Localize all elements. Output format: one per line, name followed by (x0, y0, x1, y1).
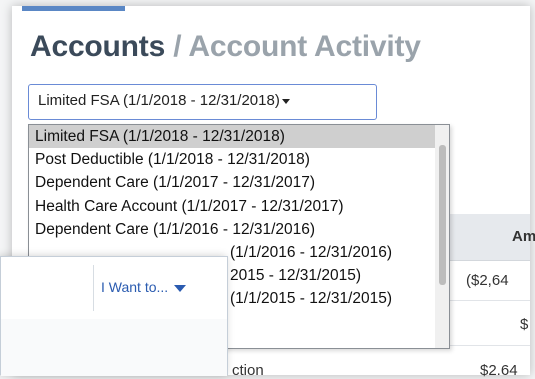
i-want-to-label: I Want to... (101, 279, 169, 295)
description-cell: ction (232, 362, 264, 379)
caret-down-icon (174, 284, 187, 292)
page-title: Accounts / Account Activity (30, 30, 421, 64)
row-divider (440, 300, 530, 301)
amount-cell: ($2,64 (466, 272, 509, 289)
active-tab-indicator (22, 6, 125, 11)
dropdown-option[interactable]: Limited FSA (1/1/2018 - 12/31/2018) (29, 125, 449, 149)
dropdown-option[interactable]: Post Deductible (1/1/2018 - 12/31/2018) (29, 148, 449, 171)
dropdown-option[interactable]: Dependent Care (1/1/2017 - 12/31/2017) (29, 171, 449, 194)
title-account-activity: Account Activity (188, 30, 421, 63)
dropdown-scrollbar[interactable] (435, 125, 449, 348)
caret-down-icon (281, 98, 290, 104)
side-panel-body (1, 319, 227, 376)
plan-select[interactable]: Limited FSA (1/1/2018 - 12/31/2018) (28, 84, 377, 120)
dropdown-option[interactable]: Dependent Care (1/1/2016 - 12/31/2016) (29, 218, 449, 241)
side-panel: I Want to... (0, 256, 228, 376)
dropdown-scrollbar-thumb[interactable] (439, 145, 446, 285)
amount-cell: $ (520, 316, 529, 333)
plan-select-value: Limited FSA (1/1/2018 - 12/31/2018) (38, 92, 280, 109)
title-accounts: Accounts (30, 30, 166, 63)
title-separator: / (165, 30, 189, 63)
amount-cell: $2.64 (480, 362, 518, 379)
side-panel-header: I Want to... (1, 257, 227, 320)
divider (93, 265, 94, 311)
amount-column-header: Am (440, 214, 535, 261)
i-want-to-menu-button[interactable]: I Want to... (101, 279, 187, 295)
row-divider (440, 345, 530, 346)
amount-header-label: Am (512, 228, 535, 245)
dropdown-option[interactable]: Health Care Account (1/1/2017 - 12/31/20… (29, 195, 449, 218)
